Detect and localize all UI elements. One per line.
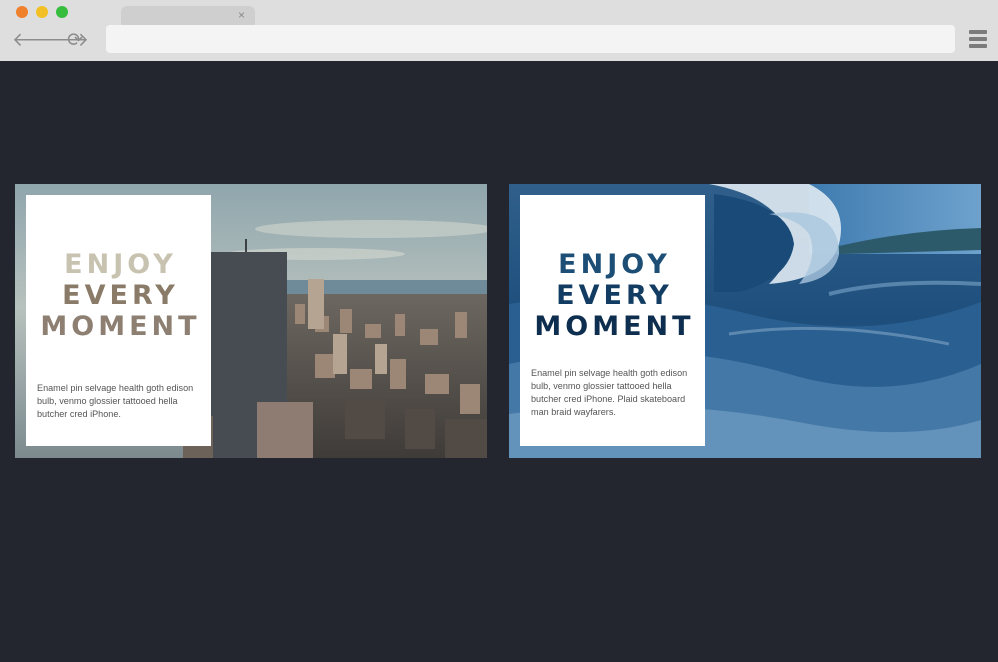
text-panel: ENJOY EVERY MOMENT Enamel pin selvage he…: [520, 195, 705, 446]
browser-tab[interactable]: ×: [121, 6, 255, 25]
wave-card: ENJOY EVERY MOMENT Enamel pin selvage he…: [509, 184, 981, 458]
headline: ENJOY EVERY MOMENT: [520, 249, 705, 342]
close-window-dot[interactable]: [16, 6, 28, 18]
headline-line: ENJOY: [558, 249, 671, 280]
headline: ENJOY EVERY MOMENT: [26, 249, 211, 342]
headline-line: EVERY: [556, 280, 673, 311]
page-viewport: ENJOY EVERY MOMENT Enamel pin selvage he…: [0, 61, 998, 662]
headline-line: MOMENT: [40, 311, 201, 342]
browser-chrome: × 🡐 🡒 ⟳: [0, 0, 998, 61]
headline-line: EVERY: [62, 280, 179, 311]
card-body-text: Enamel pin selvage health goth edison bu…: [37, 383, 194, 419]
minimize-window-dot[interactable]: [36, 6, 48, 18]
headline-line: MOMENT: [534, 311, 695, 342]
text-panel: ENJOY EVERY MOMENT Enamel pin selvage he…: [26, 195, 211, 446]
reload-icon[interactable]: ⟳: [67, 30, 83, 50]
card-body-text: Enamel pin selvage health goth edison bu…: [531, 368, 688, 417]
headline-line: ENJOY: [64, 249, 177, 280]
hamburger-menu-icon[interactable]: [969, 30, 987, 48]
maximize-window-dot[interactable]: [56, 6, 68, 18]
address-bar[interactable]: [106, 25, 955, 53]
tab-close-icon[interactable]: ×: [238, 7, 245, 23]
city-card: ENJOY EVERY MOMENT Enamel pin selvage he…: [15, 184, 487, 458]
